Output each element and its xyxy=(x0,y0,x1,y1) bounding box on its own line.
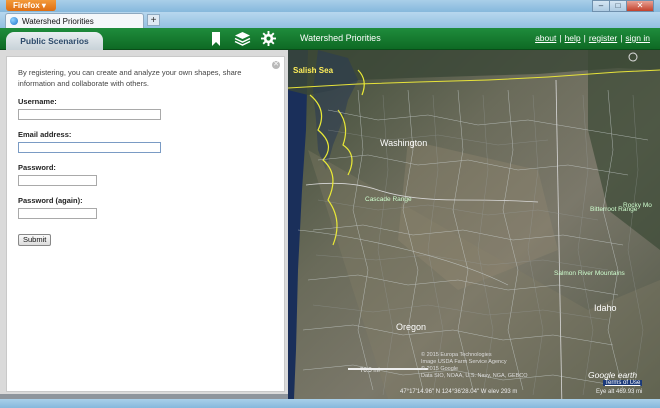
attribution-line: © 2015 Google xyxy=(421,366,459,372)
layers-icon[interactable] xyxy=(233,31,251,46)
app-header: Public Scenarios Watershed Priorities ab… xyxy=(0,28,660,50)
tab-title: Watershed Priorities xyxy=(22,17,94,26)
map-label-idaho: Idaho xyxy=(594,303,617,313)
map-label-bitterroot-range: Bitterroot Range xyxy=(590,206,638,213)
email-label: Email address: xyxy=(18,130,72,139)
username-input[interactable] xyxy=(18,109,161,120)
attribution-line: Data SIO, NOAA, U.S. Navy, NGA, GEBCO xyxy=(421,373,528,379)
google-earth-logo: Google earth xyxy=(588,370,638,380)
minimize-button[interactable]: – xyxy=(592,0,610,12)
header-nav: about | help | register | sign in xyxy=(535,33,650,43)
satellite-map[interactable]: Salish Sea Washington Cascade Range Rock… xyxy=(288,50,660,399)
terms-of-use-link[interactable]: Terms of Use xyxy=(603,380,643,386)
map-imagery xyxy=(288,50,660,399)
window-titlebar: Firefox ▾ – □ ✕ xyxy=(0,0,660,12)
browser-statusbar xyxy=(0,399,660,408)
about-link[interactable]: about xyxy=(535,33,556,43)
map-label-salmon-river-mountains: Salmon River Mountains xyxy=(554,270,625,277)
firefox-menu-button[interactable]: Firefox ▾ xyxy=(6,0,56,11)
map-coordinates: 47°17'14.96" N 124°36'28.04" W elev 293 … xyxy=(400,389,518,395)
help-link[interactable]: help xyxy=(565,33,581,43)
tab-public-scenarios[interactable]: Public Scenarios xyxy=(6,32,103,50)
username-label: Username: xyxy=(18,97,57,106)
map-scale: 76.5 mi xyxy=(360,368,380,374)
nav-separator: | xyxy=(583,33,586,43)
gear-icon[interactable] xyxy=(259,31,277,46)
browser-tab[interactable]: Watershed Priorities xyxy=(5,13,144,28)
password-input[interactable] xyxy=(18,175,97,186)
nav-separator: | xyxy=(559,33,562,43)
registration-form: ✕ By registering, you can create and ana… xyxy=(6,56,285,392)
sign-in-link[interactable]: sign in xyxy=(625,33,650,43)
attribution-line: Image USDA Farm Service Agency xyxy=(421,359,507,365)
map-label-washington: Washington xyxy=(380,138,428,148)
close-panel-icon[interactable]: ✕ xyxy=(272,61,280,69)
map-eye-altitude: Eye alt 469.93 mi xyxy=(596,389,643,395)
app-title: Watershed Priorities xyxy=(300,33,381,43)
submit-button[interactable]: Submit xyxy=(18,234,52,246)
map-label-oregon: Oregon xyxy=(396,322,427,332)
password-again-label: Password (again): xyxy=(18,196,83,205)
map-attribution: © 2015 Europa Technologies Image USDA Fa… xyxy=(421,352,528,380)
bookmark-icon[interactable] xyxy=(207,31,225,46)
close-window-button[interactable]: ✕ xyxy=(626,0,654,12)
browser-tabstrip: Watershed Priorities + xyxy=(0,12,660,28)
register-link[interactable]: register xyxy=(589,33,617,43)
password-again-input[interactable] xyxy=(18,208,97,219)
left-panel: ✕ By registering, you can create and ana… xyxy=(0,50,288,394)
email-input[interactable] xyxy=(18,142,161,153)
globe-icon xyxy=(10,17,18,25)
registration-intro: By registering, you can create and analy… xyxy=(18,68,242,88)
password-label: Password: xyxy=(18,163,56,172)
window-controls: – □ ✕ xyxy=(592,0,654,12)
header-icon-group xyxy=(207,31,277,46)
firefox-menu-label: Firefox xyxy=(13,1,40,10)
map-label-salish-sea: Salish Sea xyxy=(293,66,334,75)
maximize-button[interactable]: □ xyxy=(609,0,627,12)
map-label-cascade-range: Cascade Range xyxy=(365,196,412,203)
attribution-line: © 2015 Europa Technologies xyxy=(421,352,492,358)
new-tab-button[interactable]: + xyxy=(147,14,160,26)
nav-separator: | xyxy=(620,33,623,43)
